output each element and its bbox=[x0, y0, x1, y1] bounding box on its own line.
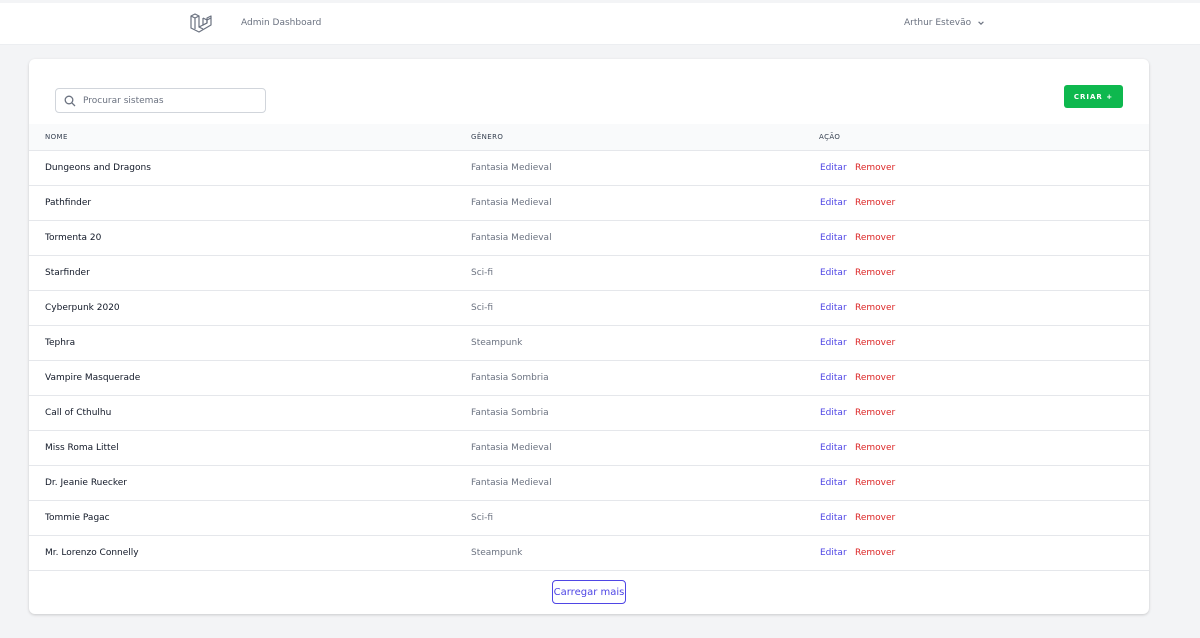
system-genre: Fantasia Medieval bbox=[471, 443, 552, 453]
system-name: Dungeons and Dragons bbox=[45, 163, 151, 173]
table-row: Cyberpunk 2020 Sci-fi Editar Remover bbox=[29, 290, 1149, 325]
edit-link[interactable]: Editar bbox=[820, 198, 847, 208]
system-name: Cyberpunk 2020 bbox=[45, 303, 120, 313]
system-name: Pathfinder bbox=[45, 198, 92, 208]
table-row: Tommie Pagac Sci-fi Editar Remover bbox=[29, 500, 1149, 535]
edit-link[interactable]: Editar bbox=[820, 163, 847, 173]
chevron-down-icon bbox=[978, 21, 984, 25]
edit-link[interactable]: Editar bbox=[820, 268, 847, 278]
system-genre: Fantasia Medieval bbox=[471, 233, 552, 243]
system-genre: Fantasia Medieval bbox=[471, 163, 552, 173]
system-genre: Fantasia Sombria bbox=[471, 373, 549, 383]
remove-link[interactable]: Remover bbox=[855, 443, 895, 453]
table-row: Miss Roma Littel Fantasia Medieval Edita… bbox=[29, 430, 1149, 465]
edit-link[interactable]: Editar bbox=[820, 338, 847, 348]
system-genre: Sci-fi bbox=[471, 303, 494, 313]
remove-link[interactable]: Remover bbox=[855, 513, 895, 523]
system-name: Tormenta 20 bbox=[45, 233, 102, 243]
table-bottom-divider bbox=[29, 570, 1149, 571]
system-genre: Fantasia Sombria bbox=[471, 408, 549, 418]
system-genre: Sci-fi bbox=[471, 268, 494, 278]
system-name: Miss Roma Littel bbox=[45, 443, 119, 453]
edit-link[interactable]: Editar bbox=[820, 443, 847, 453]
edit-link[interactable]: Editar bbox=[820, 303, 847, 313]
edit-link[interactable]: Editar bbox=[820, 548, 847, 558]
edit-link[interactable]: Editar bbox=[820, 373, 847, 383]
remove-link[interactable]: Remover bbox=[855, 303, 895, 313]
system-genre: Fantasia Medieval bbox=[471, 478, 552, 488]
table-row: Starfinder Sci-fi Editar Remover bbox=[29, 255, 1149, 290]
column-header-name: NOME bbox=[45, 133, 68, 141]
table-row: Tormenta 20 Fantasia Medieval Editar Rem… bbox=[29, 220, 1149, 255]
top-navbar: Admin Dashboard Arthur Estevão bbox=[0, 3, 1200, 45]
user-name: Arthur Estevão bbox=[904, 18, 972, 28]
create-button[interactable]: CRIAR + bbox=[1064, 85, 1123, 108]
edit-link[interactable]: Editar bbox=[820, 408, 847, 418]
table-row: Call of Cthulhu Fantasia Sombria Editar … bbox=[29, 395, 1149, 430]
remove-link[interactable]: Remover bbox=[855, 268, 895, 278]
system-name: Tephra bbox=[45, 338, 76, 348]
user-menu[interactable]: Arthur Estevão bbox=[904, 18, 985, 28]
edit-link[interactable]: Editar bbox=[820, 513, 847, 523]
system-name: Dr. Jeanie Ruecker bbox=[45, 478, 128, 488]
system-name: Vampire Masquerade bbox=[45, 373, 141, 383]
system-name: Call of Cthulhu bbox=[45, 408, 112, 418]
system-genre: Fantasia Medieval bbox=[471, 198, 552, 208]
system-name: Mr. Lorenzo Connelly bbox=[45, 548, 139, 558]
remove-link[interactable]: Remover bbox=[855, 408, 895, 418]
table-row: Mr. Lorenzo Connelly Steampunk Editar Re… bbox=[29, 535, 1149, 570]
remove-link[interactable]: Remover bbox=[855, 338, 895, 348]
column-header-action: AÇÃO bbox=[819, 133, 841, 141]
search-input[interactable] bbox=[83, 90, 261, 111]
system-genre: Steampunk bbox=[471, 548, 523, 558]
nav-link-admin-dashboard[interactable]: Admin Dashboard bbox=[241, 18, 321, 28]
systems-card: CRIAR + NOME GÊNERO AÇÃO Dungeons and Dr… bbox=[29, 59, 1149, 614]
remove-link[interactable]: Remover bbox=[855, 548, 895, 558]
laravel-logo-icon[interactable] bbox=[189, 12, 213, 36]
system-genre: Steampunk bbox=[471, 338, 523, 348]
column-header-genre: GÊNERO bbox=[471, 133, 504, 141]
load-more-button[interactable]: Carregar mais bbox=[552, 580, 626, 604]
remove-link[interactable]: Remover bbox=[855, 478, 895, 488]
remove-link[interactable]: Remover bbox=[855, 198, 895, 208]
system-genre: Sci-fi bbox=[471, 513, 494, 523]
table-row: Dr. Jeanie Ruecker Fantasia Medieval Edi… bbox=[29, 465, 1149, 500]
search-box bbox=[55, 88, 266, 113]
system-name: Tommie Pagac bbox=[45, 513, 110, 523]
table-header: NOME GÊNERO AÇÃO bbox=[29, 124, 1149, 150]
remove-link[interactable]: Remover bbox=[855, 373, 895, 383]
remove-link[interactable]: Remover bbox=[855, 233, 895, 243]
table-row: Vampire Masquerade Fantasia Sombria Edit… bbox=[29, 360, 1149, 395]
search-icon bbox=[64, 95, 76, 107]
edit-link[interactable]: Editar bbox=[820, 478, 847, 488]
table-row: Dungeons and Dragons Fantasia Medieval E… bbox=[29, 150, 1149, 185]
table-row: Tephra Steampunk Editar Remover bbox=[29, 325, 1149, 360]
remove-link[interactable]: Remover bbox=[855, 163, 895, 173]
edit-link[interactable]: Editar bbox=[820, 233, 847, 243]
table-row: Pathfinder Fantasia Medieval Editar Remo… bbox=[29, 185, 1149, 220]
system-name: Starfinder bbox=[45, 268, 90, 278]
